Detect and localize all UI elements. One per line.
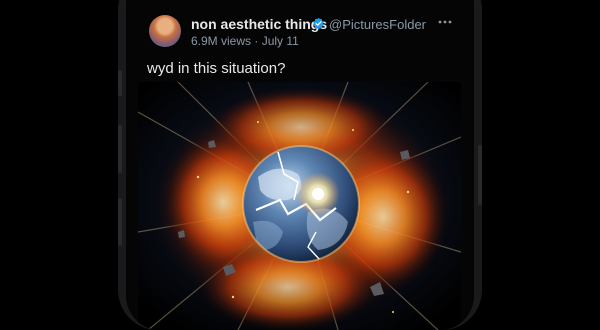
phone-volume-down-button bbox=[118, 198, 122, 246]
author-name[interactable]: non aesthetic things bbox=[191, 16, 327, 32]
phone-screen: non aesthetic things @PicturesFolder 6.9… bbox=[126, 0, 474, 330]
meta-separator: · bbox=[254, 34, 259, 48]
phone-power-button bbox=[478, 145, 482, 205]
view-count[interactable]: 6.9M views bbox=[191, 34, 251, 48]
more-options-icon[interactable] bbox=[438, 20, 452, 24]
tweet-media-image[interactable] bbox=[138, 82, 461, 330]
phone-side-button bbox=[118, 70, 122, 96]
avatar[interactable] bbox=[149, 15, 181, 47]
exploding-earth-illustration bbox=[138, 82, 461, 330]
tweet[interactable]: non aesthetic things @PicturesFolder 6.9… bbox=[126, 0, 474, 330]
tweet-meta: 6.9M views · July 11 bbox=[191, 34, 299, 48]
tweet-text: wyd in this situation? bbox=[147, 60, 286, 77]
phone-volume-up-button bbox=[118, 125, 122, 173]
post-date[interactable]: July 11 bbox=[262, 34, 299, 48]
verified-badge-icon bbox=[313, 17, 324, 30]
author-handle[interactable]: @PicturesFolder bbox=[329, 17, 426, 32]
